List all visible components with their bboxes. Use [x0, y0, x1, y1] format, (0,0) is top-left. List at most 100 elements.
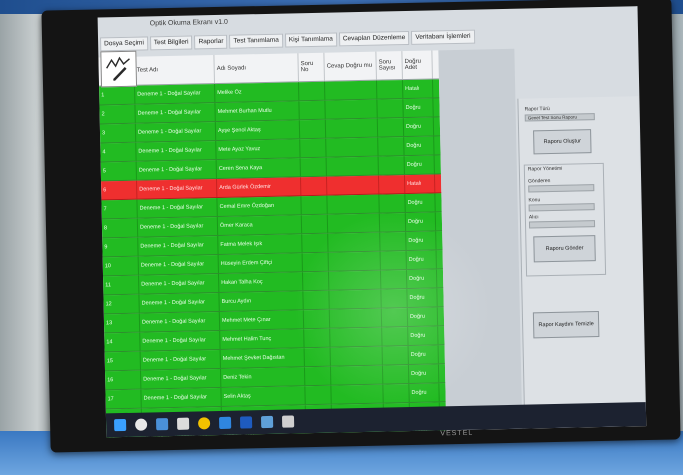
- from-field[interactable]: [528, 184, 595, 193]
- window-title: Optik Okuma Ekranı v1.0: [149, 18, 229, 28]
- menu-item[interactable]: Kişi Tanımlama: [284, 32, 337, 48]
- column-header[interactable]: Adı Soyadı: [214, 53, 299, 84]
- table-cell: [378, 175, 406, 194]
- table-cell: [324, 80, 378, 100]
- screen: Optik Okuma Ekranı v1.0 Dosya Seçimi Test…: [97, 6, 647, 438]
- to-field[interactable]: [528, 220, 596, 229]
- table-cell: [301, 195, 328, 215]
- table-cell: [300, 176, 328, 196]
- send-report-button[interactable]: Raporu Gönder: [533, 235, 596, 263]
- table-cell: Deneme 1 - Doğal Sayılar: [135, 122, 217, 142]
- table-cell: Doğru: [403, 98, 434, 118]
- create-report-button[interactable]: Raporu Oluştur: [533, 129, 592, 155]
- table-cell: [326, 137, 379, 157]
- column-header[interactable]: Soru Sayısı: [376, 51, 403, 80]
- menu-item[interactable]: Raporlar: [194, 34, 228, 50]
- table-cell: Ömer Karaca: [217, 215, 303, 235]
- task-view-icon[interactable]: [156, 418, 169, 431]
- search-icon[interactable]: [135, 418, 148, 431]
- table-cell: Melike Öz: [215, 82, 300, 103]
- table-cell: 16: [105, 370, 142, 390]
- table-cell: [303, 290, 330, 310]
- table-cell: Doğru: [403, 117, 435, 137]
- menu-item[interactable]: Veritabanı İşlemleri: [411, 29, 475, 45]
- table-cell: Doğru: [404, 155, 435, 175]
- app-window-icon[interactable]: [260, 415, 274, 429]
- table-cell: Deneme 1 - Doğal Sayılar: [141, 368, 222, 389]
- table-cell: [328, 270, 382, 290]
- column-header[interactable]: Test Adı: [134, 55, 215, 85]
- table-cell: [302, 233, 329, 253]
- store-icon[interactable]: [239, 416, 253, 429]
- table-cell: Deneme 1 - Doğal Sayılar: [139, 273, 220, 294]
- table-cell: [300, 138, 327, 158]
- table-cell: [376, 80, 404, 99]
- table-cell: Doğru: [408, 326, 439, 346]
- table-cell: Deneme 1 - Doğal Sayılar: [139, 311, 221, 332]
- table-cell: Hatalı: [402, 79, 434, 99]
- table-cell: Deneme 1 - Doğal Sayılar: [137, 179, 218, 199]
- report-type-label: Rapor Türü: [524, 106, 550, 113]
- report-section-label: Rapor Yönetimi: [527, 165, 563, 173]
- subject-label: Konu: [528, 197, 541, 204]
- table-cell: 9: [102, 237, 139, 257]
- table-cell: [328, 251, 381, 271]
- table-cell: [327, 194, 380, 214]
- from-label: Gönderen: [528, 178, 551, 185]
- table-cell: Ayşe Şenol Aktaş: [215, 120, 301, 141]
- table-cell: Deniz Tekin: [220, 367, 306, 387]
- table-cell: [301, 214, 329, 234]
- table-cell: Doğru: [404, 136, 435, 156]
- table-cell: Mehmet Mete Çınar: [219, 310, 305, 330]
- table-cell: 2: [99, 104, 136, 124]
- table-cell: Mehmet Burhan Mutlu: [215, 101, 300, 122]
- table-cell: [377, 118, 405, 137]
- table-cell: 15: [104, 351, 141, 371]
- report-panel: Rapor Türü Genel Test Sonu Raporu Raporu…: [517, 96, 646, 429]
- to-label: Alıcı: [528, 214, 539, 221]
- table-cell: Doğru: [409, 383, 440, 403]
- table-cell: [304, 347, 331, 367]
- table-cell: Hatalı: [404, 174, 436, 194]
- table-cell: Burcu Aydın: [219, 291, 304, 311]
- table-cell: [330, 365, 384, 385]
- table-cell: Doğru: [406, 250, 437, 270]
- table-cell: Deneme 1 - Doğal Sayılar: [140, 349, 221, 370]
- menu-item[interactable]: Test Bilgileri: [149, 35, 193, 51]
- report-type-select[interactable]: Genel Test Sonu Raporu: [524, 113, 595, 122]
- table-cell: Deneme 1 - Doğal Sayılar: [138, 254, 219, 275]
- pen-icon[interactable]: [176, 417, 190, 430]
- chrome-icon[interactable]: [197, 417, 211, 430]
- column-header[interactable]: Doğru Adet: [402, 50, 433, 80]
- column-header[interactable]: Soru No: [298, 52, 325, 82]
- table-cell: 10: [102, 256, 139, 276]
- menu-item[interactable]: Test Tanımlama: [229, 33, 284, 49]
- subject-field[interactable]: [528, 203, 595, 212]
- start-icon[interactable]: [114, 418, 127, 432]
- table-cell: Mete Ayaz Yavuz: [216, 139, 301, 160]
- television: Optik Okuma Ekranı v1.0 Dosya Seçimi Test…: [41, 0, 681, 453]
- column-header[interactable]: Cevap Doğru mu: [324, 51, 377, 81]
- pen-graph-icon: [106, 56, 130, 82]
- table-body: 1 Deneme 1 - Doğal Sayılar Melike Öz Hatalı…: [99, 79, 447, 438]
- menu-item[interactable]: Dosya Seçimi: [100, 36, 149, 52]
- table-cell: 7: [101, 199, 138, 219]
- table-cell: 12: [103, 294, 140, 314]
- table-cell: Doğru: [406, 269, 438, 289]
- table-cell: Doğru: [408, 364, 440, 384]
- table-cell: Arda Gürlek Özdemir: [217, 177, 302, 198]
- table-cell: Deneme 1 - Doğal Sayılar: [137, 198, 218, 218]
- menu-item[interactable]: Cevapları Düzenleme: [338, 30, 410, 47]
- table-cell: [378, 137, 405, 156]
- app-logo: [100, 50, 138, 88]
- explorer-icon[interactable]: [218, 416, 232, 430]
- table-cell: 14: [104, 332, 141, 352]
- table-cell: Fatma Melek Işık: [218, 234, 303, 254]
- table-cell: [330, 327, 383, 347]
- table-cell: 1: [99, 85, 136, 105]
- results-table: Test Adı Adı Soyadı Soru No Cevap Doğru mu S…: [98, 50, 447, 438]
- table-cell: [379, 194, 406, 213]
- clear-report-button[interactable]: Rapor Kaydını Temizle: [532, 311, 600, 339]
- table-cell: [326, 175, 380, 195]
- pencil-icon[interactable]: [281, 415, 295, 428]
